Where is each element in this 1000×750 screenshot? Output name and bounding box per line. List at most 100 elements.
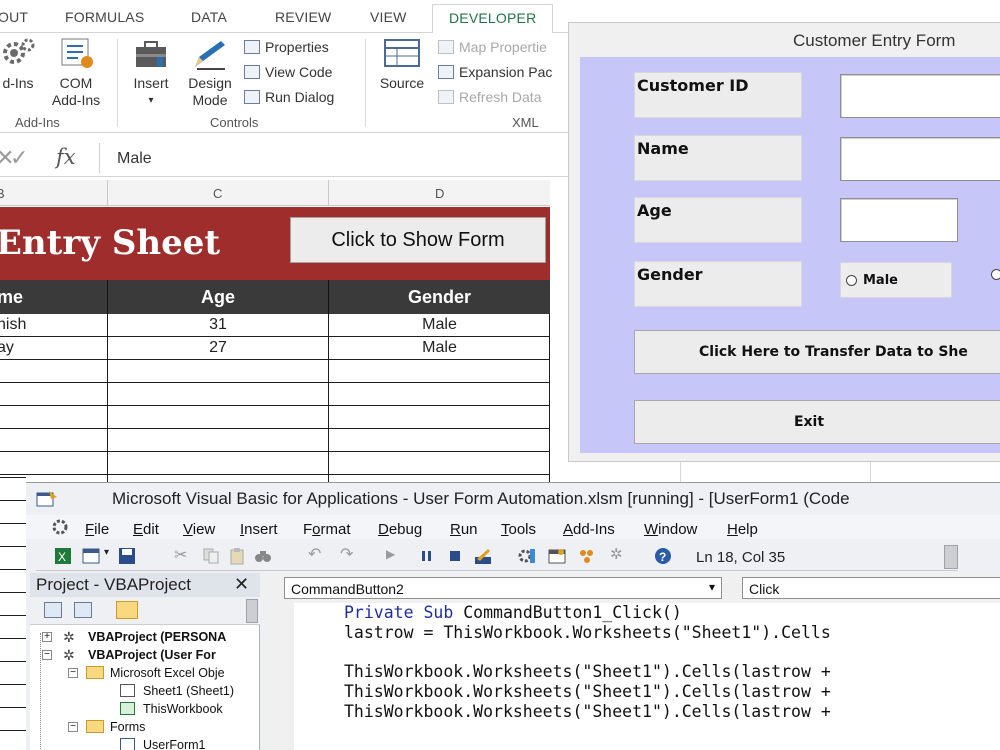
tab-developer[interactable]: DEVELOPER	[432, 4, 554, 34]
object-dropdown[interactable]: CommandButton2 ▾	[284, 577, 722, 599]
procedure-dropdown[interactable]: Click	[742, 577, 1000, 599]
tree-item-user-form[interactable]: VBAProject (User For	[88, 648, 216, 662]
project-pane-toolbar	[30, 597, 260, 625]
menu-label: ebug	[388, 521, 423, 538]
column-header-b[interactable]: B	[0, 186, 5, 201]
excel-view-icon[interactable]: X	[54, 547, 72, 565]
undo-icon[interactable]: ↶	[308, 544, 321, 564]
addins-button[interactable]: d-Ins	[0, 37, 42, 92]
tree-item-sheet1[interactable]: Sheet1 (Sheet1)	[143, 684, 234, 698]
refresh-data-button[interactable]: Refresh Data	[438, 87, 541, 107]
transfer-data-button[interactable]: Click Here to Transfer Data to She	[634, 330, 1000, 374]
cell-gender[interactable]: Male	[329, 339, 550, 357]
confirm-entry-icon[interactable]: ✓	[10, 145, 28, 171]
help-icon[interactable]: ?	[654, 547, 672, 565]
tree-collapse-icon[interactable]: −	[68, 722, 78, 732]
code-editor[interactable]: Private Sub CommandButton1_Click() lastr…	[272, 603, 1000, 750]
toolbox-icon[interactable]: ✲	[610, 545, 623, 563]
customer-id-field[interactable]	[840, 74, 1000, 118]
age-label: Age	[634, 197, 802, 243]
menu-file[interactable]: File	[85, 521, 109, 538]
tree-collapse-icon[interactable]: −	[68, 668, 78, 678]
menu-help[interactable]: Help	[727, 521, 758, 538]
male-option[interactable]: Male	[840, 262, 952, 298]
row-gridline	[0, 684, 26, 685]
menu-edit[interactable]: Edit	[133, 521, 159, 538]
column-header-c[interactable]: C	[213, 186, 222, 201]
tree-expand-icon[interactable]: +	[42, 632, 52, 642]
save-icon[interactable]	[118, 547, 136, 565]
view-object-icon[interactable]	[74, 602, 92, 618]
source-button[interactable]: Source	[372, 37, 432, 92]
stop-icon[interactable]	[446, 547, 464, 565]
tree-item-excel-objects[interactable]: Microsoft Excel Obje	[110, 666, 225, 680]
com-addins-button[interactable]: COM Add-Ins	[44, 37, 108, 109]
insert-control-button[interactable]: Insert ▾	[126, 37, 176, 109]
insert-userform-icon[interactable]	[82, 547, 100, 565]
xml-source-icon	[384, 39, 420, 67]
design-mode-icon[interactable]	[474, 547, 492, 565]
chevron-down-icon: ▾	[148, 95, 154, 106]
formula-input[interactable]: Male	[117, 150, 152, 168]
tab-layout[interactable]: OUT	[0, 9, 28, 25]
insert-function-icon[interactable]: fx	[56, 145, 76, 169]
view-code-icon[interactable]	[44, 602, 62, 618]
menu-view[interactable]: View	[183, 521, 215, 538]
header-age: Age	[200, 287, 235, 307]
object-browser-icon[interactable]	[578, 547, 596, 565]
run-dialog-button[interactable]: Run Dialog	[244, 87, 334, 107]
toolbar-overflow[interactable]	[944, 545, 958, 569]
tab-review[interactable]: REVIEW	[275, 9, 331, 25]
female-radio-icon[interactable]	[991, 269, 1000, 280]
tab-view[interactable]: VIEW	[370, 9, 407, 25]
age-field[interactable]	[840, 198, 958, 242]
tab-data[interactable]: DATA	[191, 9, 227, 25]
menu-format[interactable]: Format	[303, 521, 351, 538]
properties-window-icon[interactable]	[548, 547, 566, 565]
table-header: me Age Gender	[0, 280, 550, 314]
toggle-folders-icon[interactable]	[116, 601, 138, 619]
tab-formulas[interactable]: FORMULAS	[65, 9, 144, 25]
paste-icon[interactable]	[228, 547, 246, 565]
object-dropdown-value: CommandButton2	[291, 581, 404, 597]
project-explorer-icon[interactable]	[518, 547, 536, 565]
cell-name[interactable]: nish	[0, 316, 26, 334]
menu-add-ins[interactable]: Add-Ins	[563, 521, 615, 538]
tree-item-thisworkbook[interactable]: ThisWorkbook	[143, 702, 223, 716]
menu-window[interactable]: Window	[644, 521, 697, 538]
properties-icon	[244, 40, 260, 54]
tree-collapse-icon[interactable]: −	[42, 650, 52, 660]
show-form-button[interactable]: Click to Show Form	[290, 217, 546, 263]
menu-tools[interactable]: Tools	[501, 521, 536, 538]
tree-item-userform1[interactable]: UserForm1	[143, 738, 206, 750]
redo-icon[interactable]: ↷	[340, 544, 353, 564]
vba-window-title: Microsoft Visual Basic for Applications …	[112, 489, 850, 508]
cell-gender[interactable]: Male	[329, 316, 550, 334]
menu-run[interactable]: Run	[450, 521, 478, 538]
cell-age[interactable]: 31	[108, 316, 328, 334]
properties-button[interactable]: Properties	[244, 37, 329, 57]
exit-button[interactable]: Exit	[634, 400, 1000, 444]
view-code-button[interactable]: View Code	[244, 62, 332, 82]
name-field[interactable]	[840, 137, 1000, 181]
pane-scroll[interactable]	[246, 599, 258, 623]
close-icon[interactable]: ✕	[234, 574, 249, 595]
group-label-addins: Add-Ins	[15, 115, 60, 130]
tree-item-forms[interactable]: Forms	[110, 720, 145, 734]
tree-item-personal[interactable]: VBAProject (PERSONA	[88, 630, 226, 644]
expansion-packs-button[interactable]: Expansion Pac	[438, 62, 552, 82]
run-icon[interactable]: ▶	[386, 547, 395, 561]
menu-debug[interactable]: Debug	[378, 521, 422, 538]
map-properties-button[interactable]: Map Propertie	[438, 37, 547, 57]
chevron-down-icon[interactable]: ▾	[104, 547, 109, 558]
cut-icon[interactable]: ✂	[174, 545, 187, 565]
find-icon[interactable]	[254, 547, 272, 565]
copy-icon[interactable]	[202, 547, 220, 565]
cell-age[interactable]: 27	[108, 339, 328, 357]
column-header-d[interactable]: D	[435, 186, 444, 201]
menu-insert[interactable]: Insert	[240, 521, 278, 538]
design-mode-button[interactable]: Design Mode	[182, 37, 238, 109]
pause-icon[interactable]	[418, 547, 436, 565]
cell-name[interactable]: ay	[0, 339, 14, 357]
vba-project-menu-icon[interactable]	[50, 518, 70, 536]
